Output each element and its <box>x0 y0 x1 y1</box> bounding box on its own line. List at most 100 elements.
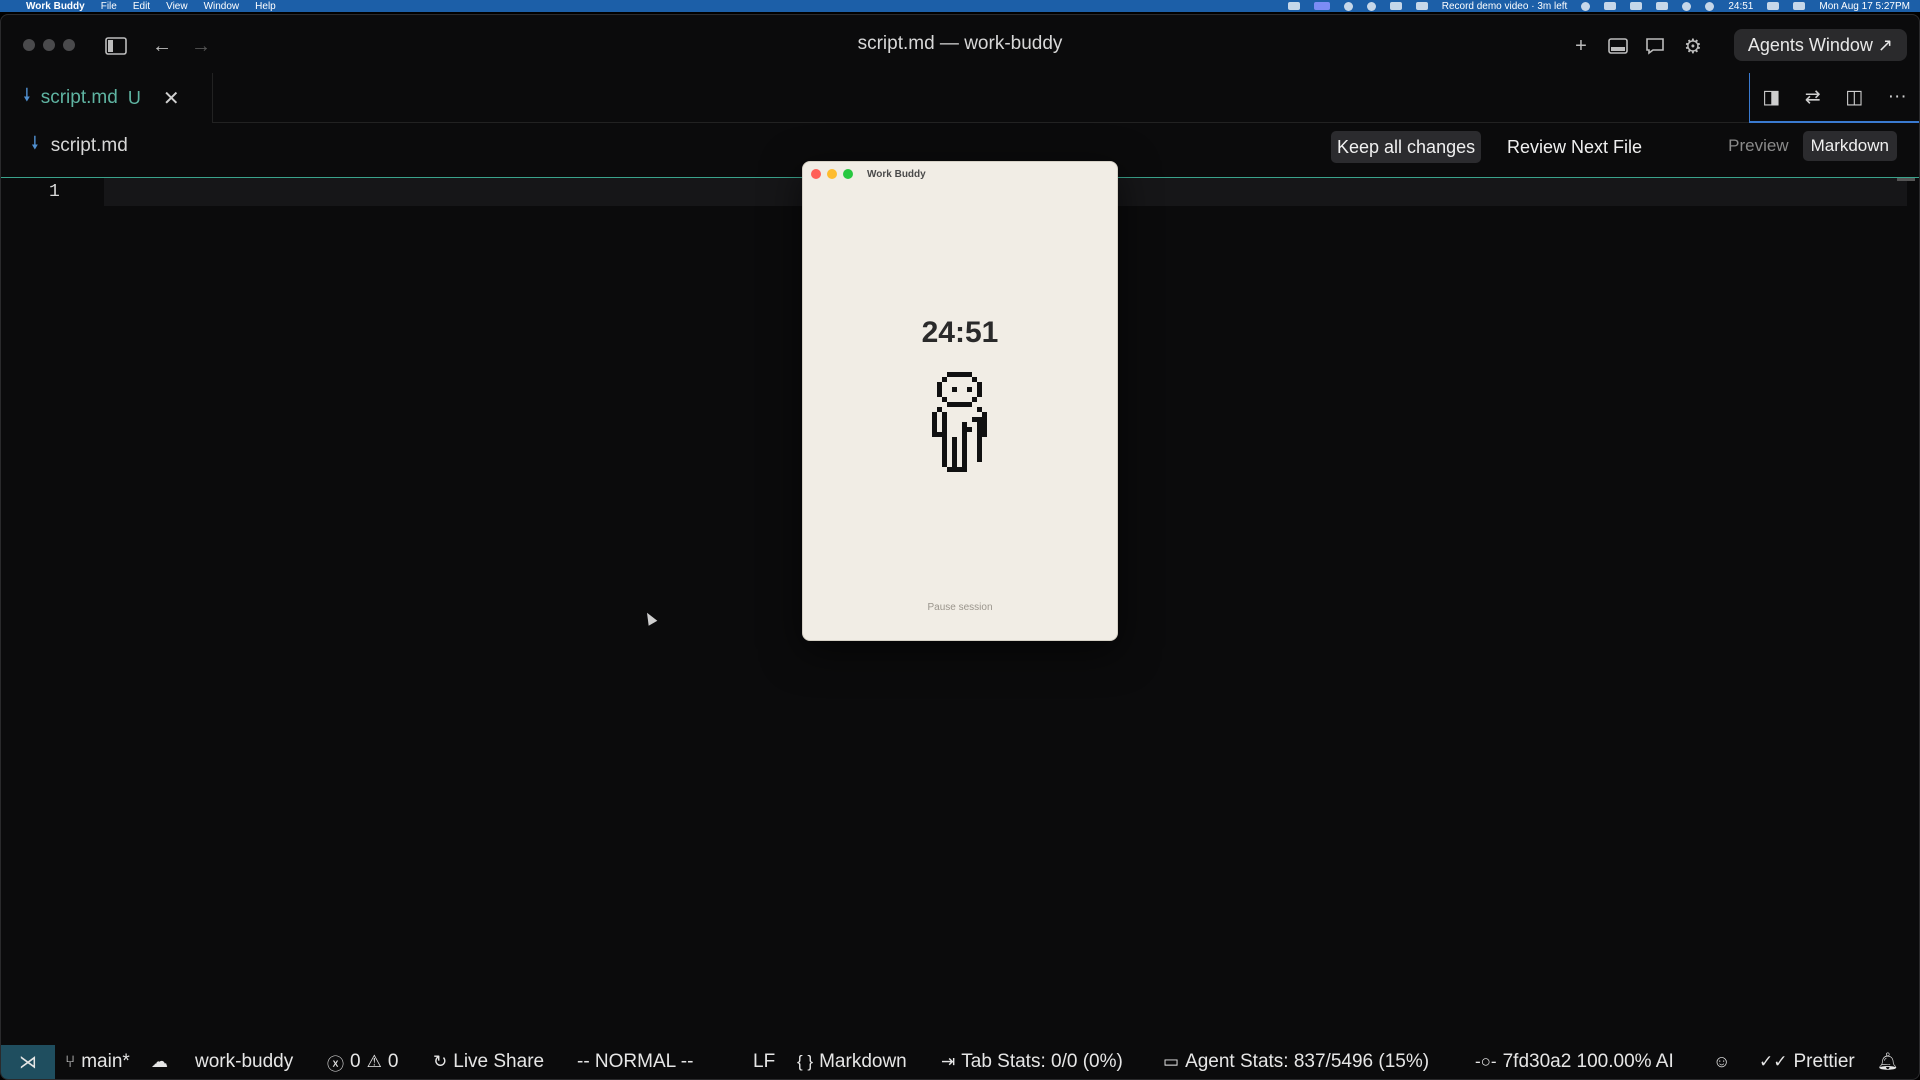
error-count: 0 <box>350 1051 361 1072</box>
agent-chat-icon: ▭ <box>1163 1052 1180 1071</box>
tab-arrow-icon: ⇥ <box>941 1052 956 1071</box>
branch-name: main* <box>81 1051 130 1072</box>
pause-session-button[interactable]: Pause session <box>803 602 1117 613</box>
problems-status[interactable]: ⓧ 0 ⚠ 0 <box>327 1045 398 1079</box>
tab-stats-label: Tab Stats: 0/0 (0%) <box>961 1051 1123 1072</box>
window-title: script.md — work-buddy <box>857 33 1063 54</box>
bell-icon: 🔔︎ <box>1877 1052 1899 1071</box>
close-tab-icon[interactable]: ✕ <box>163 86 180 111</box>
keep-all-changes-button[interactable]: Keep all changes <box>1331 131 1482 163</box>
menu-app-name[interactable]: Work Buddy <box>26 1 85 12</box>
buddy-minimize-button[interactable] <box>827 169 837 179</box>
search-icon[interactable] <box>1705 1 1715 11</box>
work-buddy-window[interactable]: Work Buddy 24:51 Pause session <box>802 161 1118 641</box>
menu-help[interactable]: Help <box>255 1 276 12</box>
agents-window-button[interactable]: Agents Window ↗ <box>1733 29 1907 61</box>
vim-mode-status[interactable]: -- NORMAL -- <box>577 1045 693 1079</box>
markdown-file-icon: 🠗 <box>23 85 31 105</box>
menu-view[interactable]: View <box>166 1 188 12</box>
prettier-label: Prettier <box>1793 1051 1855 1072</box>
breadcrumb-file[interactable]: script.md <box>51 135 128 157</box>
pixel-buddy-character-icon <box>932 372 987 472</box>
chat-button[interactable] <box>1642 33 1668 59</box>
control-center-icon[interactable] <box>1793 2 1806 10</box>
commit-label: 7fd30a2 100.00% AI <box>1502 1051 1674 1072</box>
remote-icon: ⋊ <box>19 1051 37 1072</box>
language-mode-status[interactable]: { } Markdown <box>797 1045 907 1079</box>
error-icon: ⓧ <box>327 1054 344 1074</box>
warning-icon: ⚠ <box>366 1052 382 1071</box>
panel-icon <box>1608 38 1628 54</box>
notifications-button[interactable]: 🔔︎ <box>1877 1045 1899 1079</box>
menubar-datetime[interactable]: Mon Aug 17 5:27PM <box>1819 1 1910 12</box>
agent-stats-status[interactable]: ▭ Agent Stats: 837/5496 (15%) <box>1163 1045 1429 1079</box>
menu-edit[interactable]: Edit <box>133 1 150 12</box>
buddy-close-button[interactable] <box>811 169 821 179</box>
remote-indicator-button[interactable]: ⋊ <box>1 1045 55 1079</box>
check-double-icon: ✓✓ <box>1759 1052 1788 1071</box>
copilot-status[interactable]: ☺ <box>1713 1045 1730 1079</box>
shield-icon[interactable] <box>1343 1 1353 11</box>
tab-stats-status[interactable]: ⇥ Tab Stats: 0/0 (0%) <box>941 1045 1123 1079</box>
markdown-mode-button[interactable]: Markdown <box>1802 131 1897 161</box>
wifi-icon[interactable] <box>1682 1 1692 11</box>
preview-mode-button[interactable]: Preview <box>1720 131 1796 161</box>
chat-icon <box>1646 38 1664 55</box>
prettier-status[interactable]: ✓✓ Prettier <box>1759 1045 1855 1079</box>
buddy-maximize-button[interactable] <box>843 169 853 179</box>
menu-window[interactable]: Window <box>204 1 240 12</box>
buddy-window-title: Work Buddy <box>867 168 926 180</box>
moon-icon[interactable] <box>1581 1 1591 11</box>
untracked-badge: U <box>127 87 141 108</box>
gear-icon: ⚙ <box>1684 35 1702 58</box>
language-label: Markdown <box>819 1051 907 1072</box>
cloud-upload-icon: ☁ <box>151 1052 168 1071</box>
sync-button[interactable]: ☁ <box>151 1045 168 1079</box>
new-button[interactable]: + <box>1568 33 1594 59</box>
compare-changes-icon[interactable]: ⇄ <box>1805 86 1821 109</box>
braces-icon: { } <box>797 1052 814 1071</box>
battery-icon[interactable] <box>1656 2 1669 10</box>
menubar-timer[interactable]: 24:51 <box>1728 1 1753 12</box>
record-status[interactable]: Record demo video · 3m left <box>1442 1 1568 12</box>
git-branch-icon: ⑂ <box>65 1052 76 1071</box>
menu-file[interactable]: File <box>101 1 117 12</box>
settings-button[interactable]: ⚙ <box>1680 33 1706 59</box>
toggle-panel-button[interactable] <box>1605 33 1631 59</box>
stats-icon[interactable] <box>1767 2 1780 10</box>
workspace-name: work-buddy <box>195 1051 294 1072</box>
plus-icon: + <box>1575 34 1587 57</box>
bird-icon[interactable] <box>1415 2 1428 10</box>
branch-status[interactable]: ⑂ main* <box>65 1045 130 1079</box>
session-timer: 24:51 <box>921 316 999 349</box>
window-icon[interactable] <box>1604 2 1617 10</box>
title-bar: ← → script.md — work-buddy + ⚙ Agents Wi… <box>1 15 1919 71</box>
git-commit-icon: -○- <box>1475 1052 1497 1071</box>
workspace-status[interactable]: work-buddy <box>195 1045 293 1079</box>
eol-status[interactable]: LF <box>753 1045 775 1079</box>
review-next-file-button[interactable]: Review Next File <box>1507 131 1642 163</box>
copilot-icon: ☺ <box>1713 1052 1731 1071</box>
vim-mode-label: -- NORMAL -- <box>577 1051 694 1072</box>
split-editor-icon[interactable]: ◫ <box>1845 86 1863 109</box>
live-share-icon: ↻ <box>433 1052 448 1071</box>
view-mode-toggle: Preview Markdown <box>1720 131 1897 161</box>
more-actions-icon[interactable]: ··· <box>1888 86 1907 108</box>
warning-count: 0 <box>387 1051 399 1072</box>
status-bar: ⋊ ⑂ main* ☁ work-buddy ⓧ 0 ⚠ 0 ↻ Live Sh… <box>1 1045 1919 1079</box>
mouse-pointer-icon <box>642 610 658 626</box>
commit-status[interactable]: -○- 7fd30a2 100.00% AI <box>1475 1045 1674 1079</box>
pointer-icon[interactable] <box>1366 1 1376 11</box>
tab-bar: 🠗 script.md U ✕ ◨ ⇄ ◫ ··· <box>1 73 1919 123</box>
tab-script-md[interactable]: 🠗 script.md U ✕ <box>1 73 213 123</box>
cloud-icon[interactable] <box>1389 2 1402 10</box>
status-icon[interactable] <box>1287 2 1300 10</box>
open-preview-icon[interactable]: ◨ <box>1762 86 1780 109</box>
breadcrumb[interactable]: 🠗 script.md <box>31 131 128 161</box>
live-share-button[interactable]: ↻ Live Share <box>433 1045 544 1079</box>
cc-icon[interactable] <box>1630 2 1643 10</box>
scrollbar-marker[interactable] <box>1897 178 1915 181</box>
live-share-label: Live Share <box>453 1051 545 1072</box>
screen-share-icon[interactable] <box>1313 2 1330 10</box>
editor-actions: ◨ ⇄ ◫ ··· <box>1749 73 1919 123</box>
